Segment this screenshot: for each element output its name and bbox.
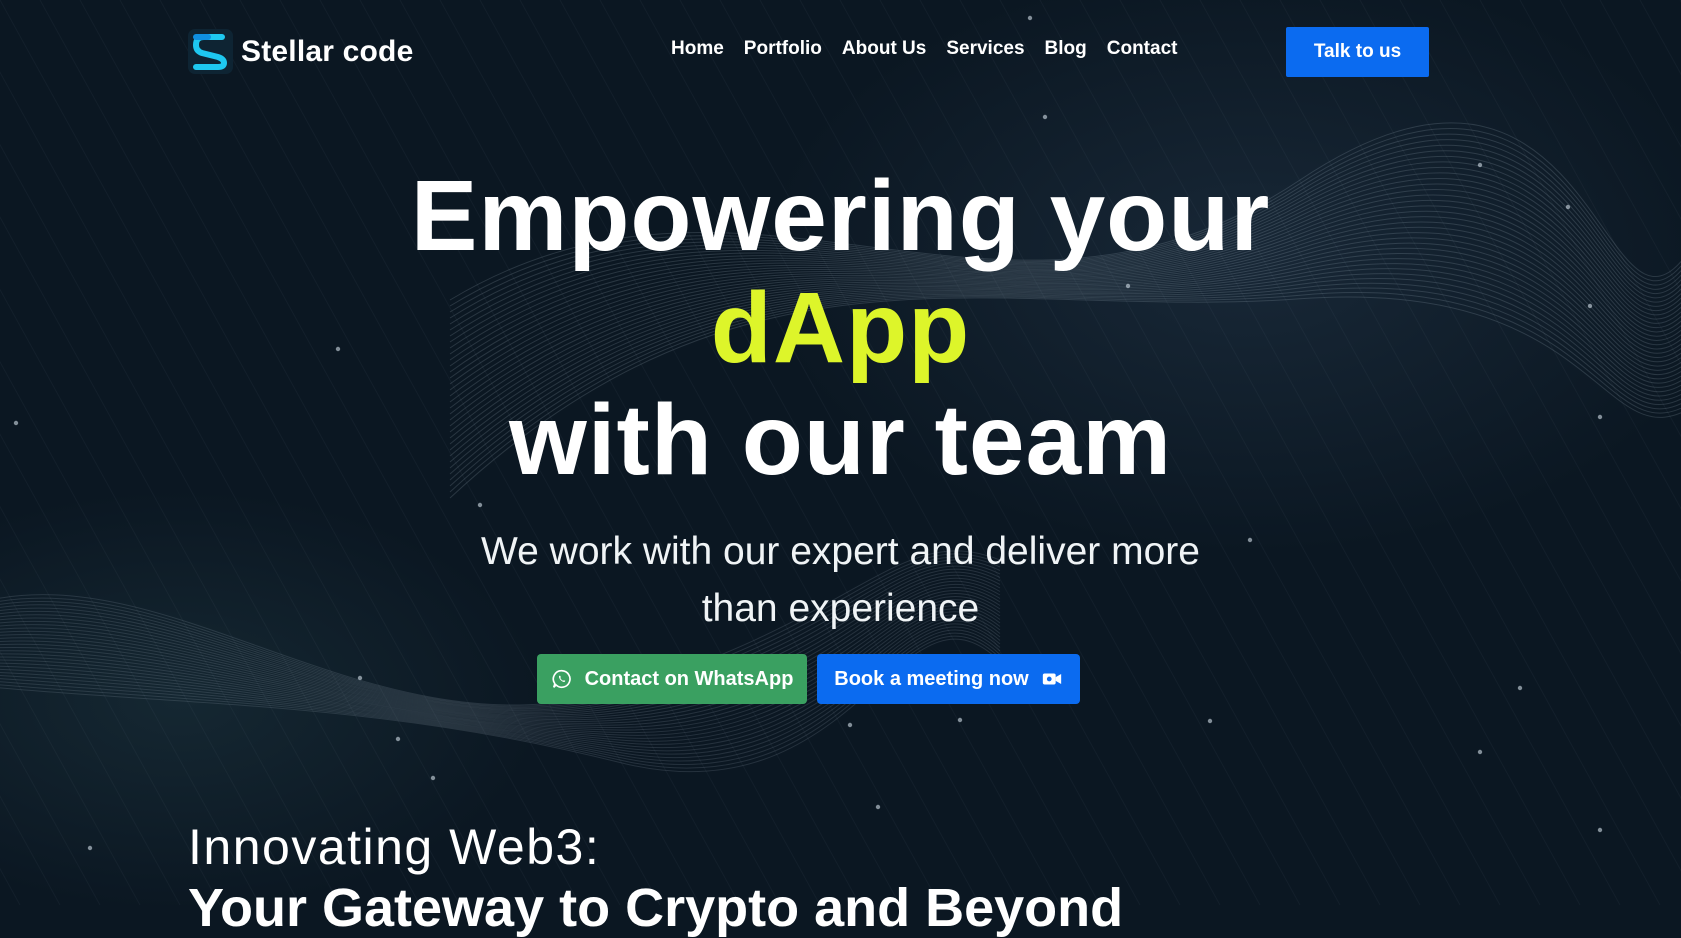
nav-item-contact[interactable]: Contact xyxy=(1107,38,1178,60)
whatsapp-icon xyxy=(552,669,571,689)
brand-logo[interactable]: Stellar code xyxy=(188,29,413,74)
brand-name: Stellar code xyxy=(241,34,414,68)
s-logo-icon xyxy=(188,29,233,74)
hero-line-3: with our team xyxy=(508,384,1173,496)
nav-item-blog[interactable]: Blog xyxy=(1045,38,1087,60)
nav-item-home[interactable]: Home xyxy=(671,38,724,60)
book-meeting-button[interactable]: Book a meeting now xyxy=(817,654,1080,704)
hero-subtitle-line-1: We work with our expert and deliver more xyxy=(481,530,1200,573)
nav-item-about-us[interactable]: About Us xyxy=(842,38,926,60)
section-title: Innovating Web3: xyxy=(188,819,601,875)
video-camera-icon xyxy=(1042,673,1061,685)
talk-to-us-button[interactable]: Talk to us xyxy=(1286,27,1429,77)
hero-subtitle: We work with our expert and deliver more… xyxy=(0,523,1681,637)
section-subtitle: Your Gateway to Crypto and Beyond xyxy=(188,878,1124,938)
hero-line-1: Empowering your xyxy=(410,160,1271,272)
nav-item-portfolio[interactable]: Portfolio xyxy=(744,38,822,60)
whatsapp-button-label: Contact on WhatsApp xyxy=(584,667,794,690)
nav-item-services[interactable]: Services xyxy=(946,38,1024,60)
hero-line-2-accent: dApp xyxy=(710,272,971,384)
hero-subtitle-line-2: than experience xyxy=(701,587,980,630)
meeting-button-label: Book a meeting now xyxy=(834,667,1029,690)
hero-heading: Empowering your dApp with our team xyxy=(0,160,1681,496)
main-nav: Home Portfolio About Us Services Blog Co… xyxy=(671,38,1197,60)
contact-whatsapp-button[interactable]: Contact on WhatsApp xyxy=(537,654,807,704)
site-header: Stellar code Home Portfolio About Us Ser… xyxy=(0,0,1681,104)
